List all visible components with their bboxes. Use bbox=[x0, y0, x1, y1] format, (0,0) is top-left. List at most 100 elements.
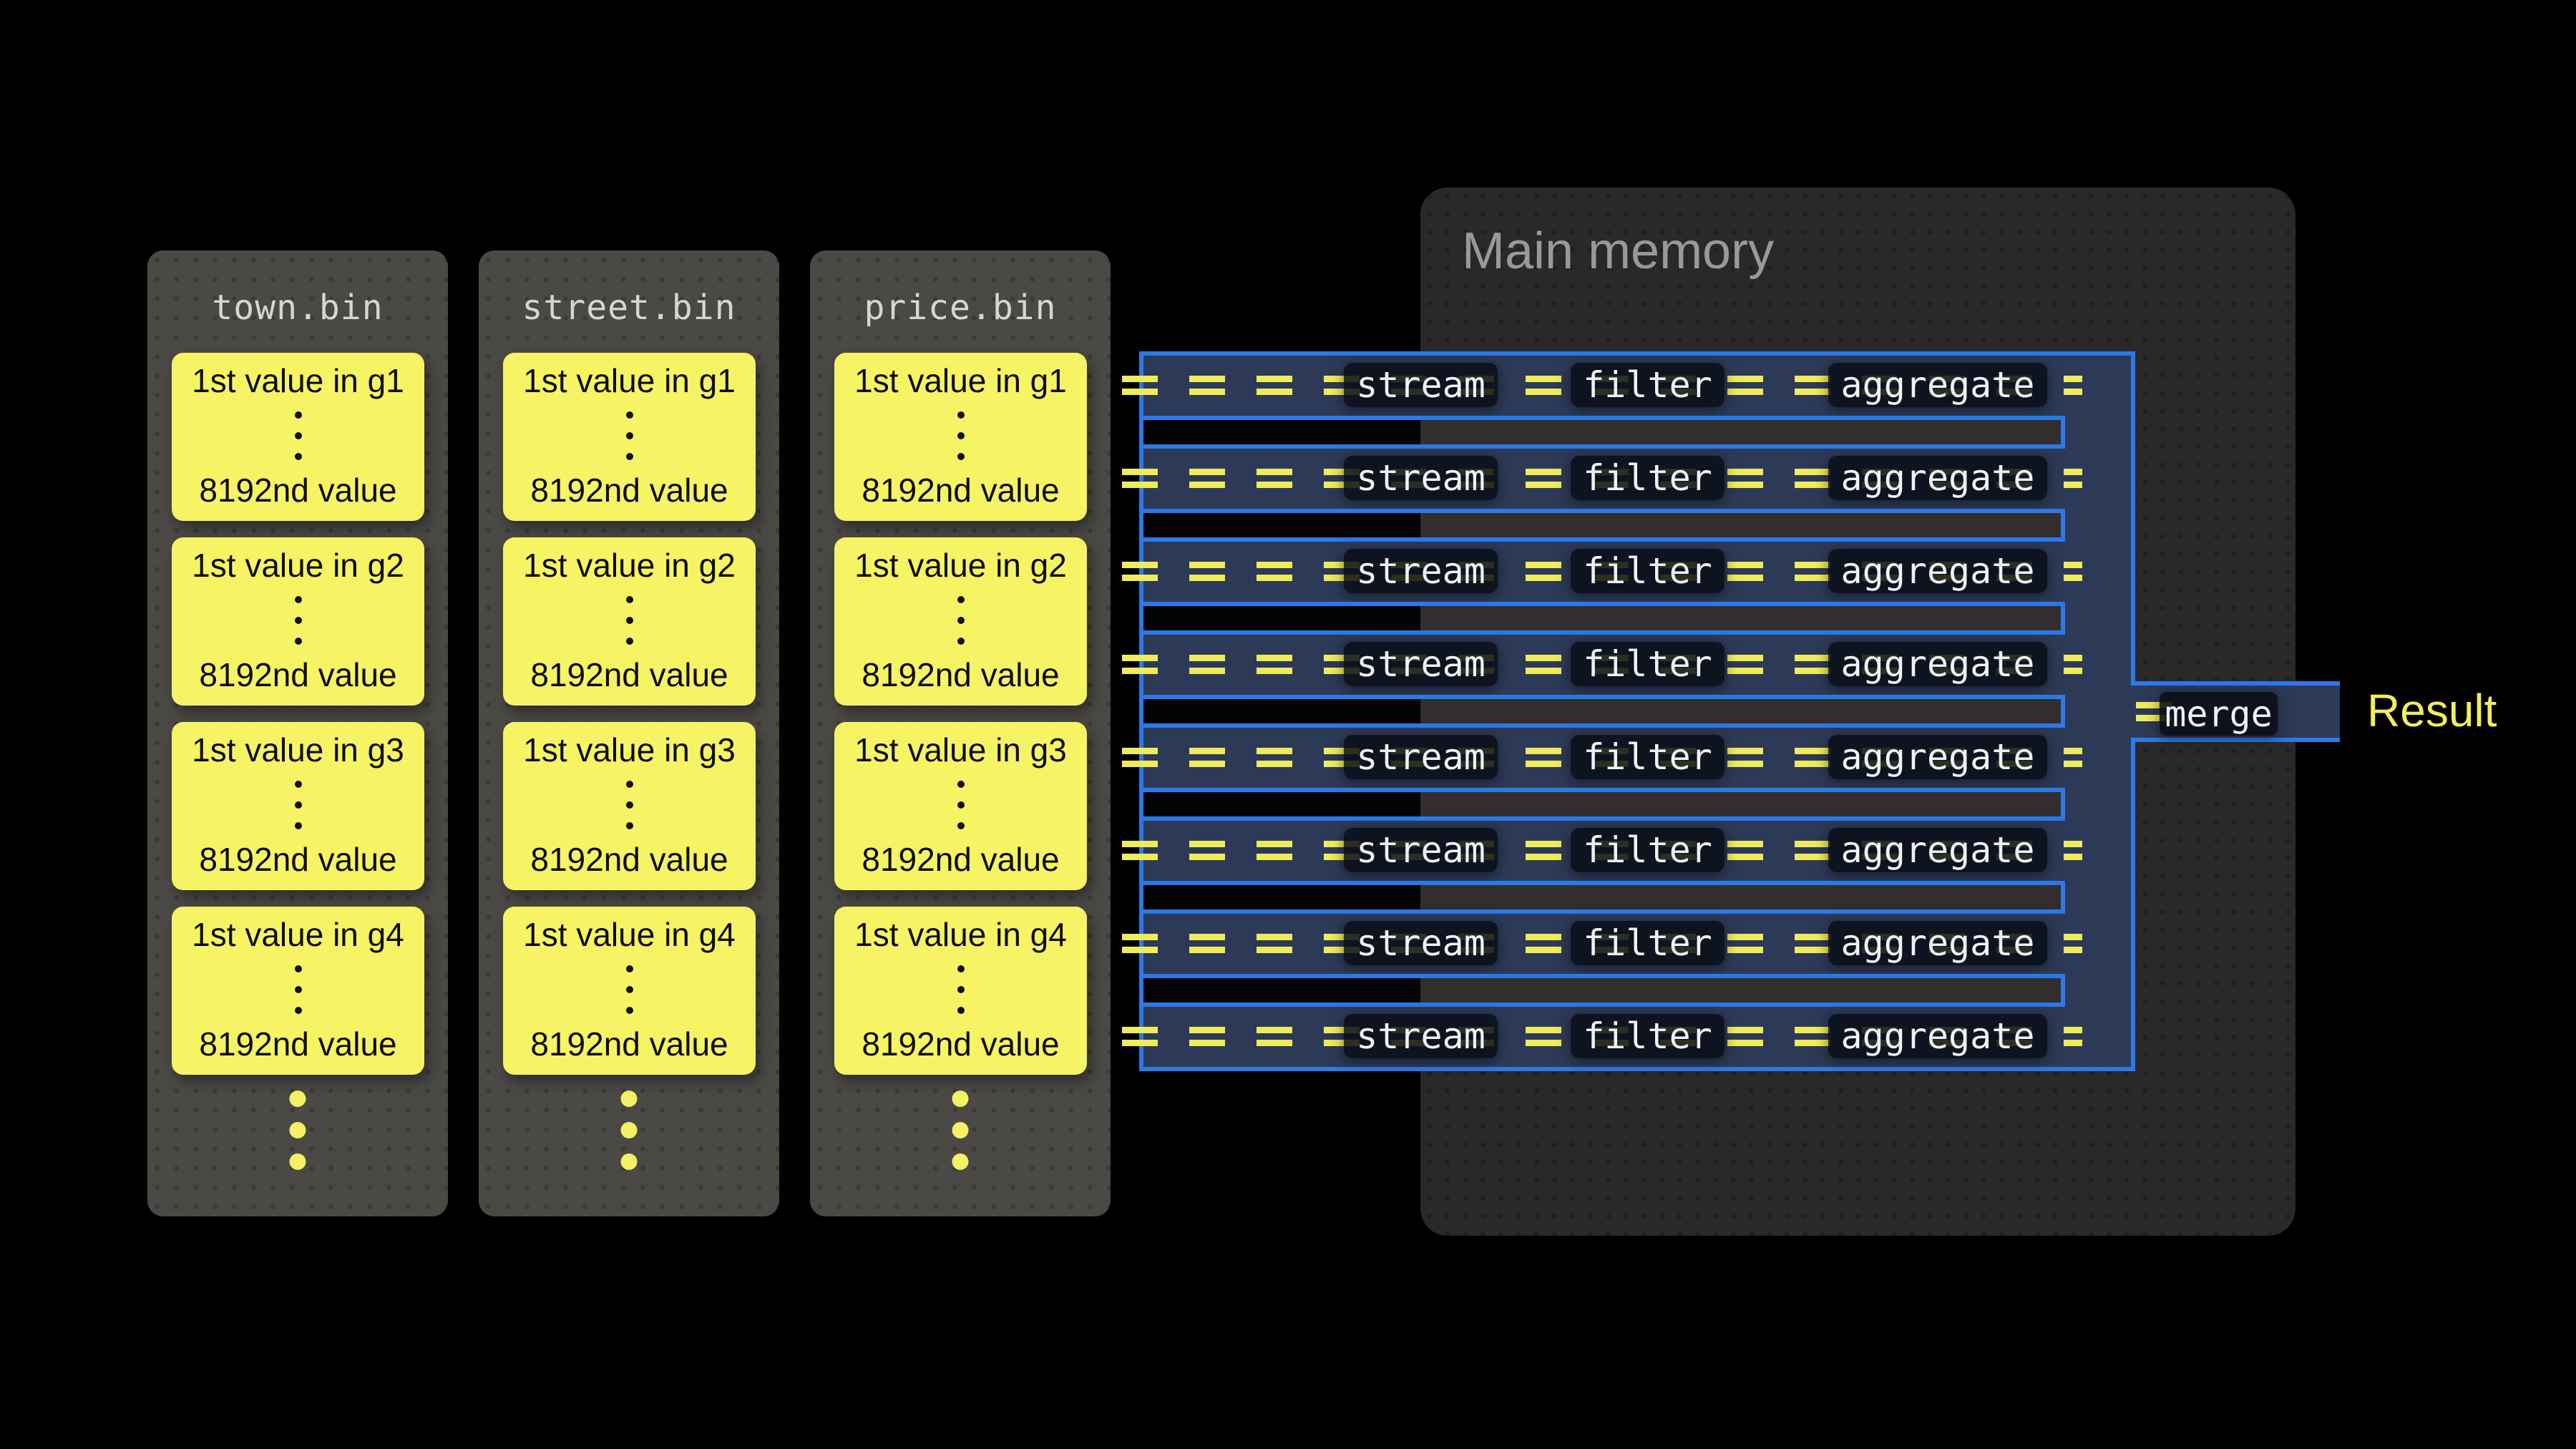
block-last-value-label: 8192nd value bbox=[862, 471, 1059, 509]
aggregate-stage-box: aggregate bbox=[1828, 456, 2047, 500]
block-first-value-label: 1st value in g1 bbox=[523, 361, 736, 400]
value-group-block: 1st value in g4 8192nd value bbox=[172, 907, 424, 1075]
vertical-ellipsis-icon bbox=[957, 781, 965, 829]
file-columns: town.bin 1st value in g1 8192nd value 1s… bbox=[147, 250, 1111, 1216]
pipeline-row: stream filter aggregate bbox=[1143, 1007, 2131, 1067]
filter-stage-box: filter bbox=[1571, 1014, 1724, 1058]
value-group-block: 1st value in g3 8192nd value bbox=[503, 722, 756, 890]
block-first-value-label: 1st value in g2 bbox=[854, 546, 1067, 585]
more-groups-ellipsis-icon bbox=[621, 1091, 638, 1170]
value-group-block: 1st value in g2 8192nd value bbox=[834, 537, 1087, 706]
aggregate-stage-box: aggregate bbox=[1828, 549, 2047, 593]
row-gap-cutout bbox=[1143, 416, 2065, 449]
value-group-block: 1st value in g4 8192nd value bbox=[503, 907, 756, 1075]
block-last-value-label: 8192nd value bbox=[530, 471, 728, 509]
block-last-value-label: 8192nd value bbox=[199, 655, 396, 694]
row-gap-cutout bbox=[1143, 695, 2065, 728]
block-first-value-label: 1st value in g3 bbox=[192, 731, 404, 769]
more-groups-ellipsis-icon bbox=[290, 1091, 306, 1170]
block-last-value-label: 8192nd value bbox=[862, 840, 1059, 879]
more-groups-ellipsis-icon bbox=[952, 1091, 969, 1170]
stream-stage-box: stream bbox=[1344, 1014, 1498, 1058]
file-column: price.bin 1st value in g1 8192nd value 1… bbox=[810, 250, 1111, 1216]
pipeline-row: stream filter aggregate bbox=[1143, 635, 2131, 695]
value-group-block: 1st value in g3 8192nd value bbox=[172, 722, 424, 890]
file-column: street.bin 1st value in g1 8192nd value … bbox=[479, 250, 779, 1216]
stream-stage-box: stream bbox=[1344, 828, 1498, 872]
stream-stage-box: stream bbox=[1344, 642, 1498, 686]
block-last-value-label: 8192nd value bbox=[199, 840, 396, 879]
vertical-ellipsis-icon bbox=[295, 411, 302, 460]
aggregate-stage-box: aggregate bbox=[1828, 1014, 2047, 1058]
vertical-ellipsis-icon bbox=[626, 965, 633, 1014]
block-first-value-label: 1st value in g1 bbox=[192, 361, 404, 400]
result-label: Result bbox=[2367, 684, 2497, 737]
value-group-block: 1st value in g1 8192nd value bbox=[172, 353, 424, 521]
pipeline-row: stream filter aggregate bbox=[1143, 914, 2131, 974]
block-last-value-label: 8192nd value bbox=[199, 1025, 396, 1063]
vertical-ellipsis-icon bbox=[295, 596, 302, 645]
value-group-block: 1st value in g1 8192nd value bbox=[834, 353, 1087, 521]
pipeline-row: stream filter aggregate bbox=[1143, 449, 2131, 509]
merge-stage-box: merge bbox=[2160, 692, 2278, 736]
stream-stage-box: stream bbox=[1344, 456, 1498, 500]
filter-stage-box: filter bbox=[1571, 735, 1724, 779]
vertical-ellipsis-icon bbox=[626, 596, 633, 645]
block-last-value-label: 8192nd value bbox=[862, 655, 1059, 694]
block-first-value-label: 1st value in g2 bbox=[192, 546, 404, 585]
vertical-ellipsis-icon bbox=[957, 411, 965, 460]
merge-lane: merge bbox=[2131, 681, 2340, 742]
stream-stage-box: stream bbox=[1344, 735, 1498, 779]
filter-stage-box: filter bbox=[1571, 549, 1724, 593]
row-gap-cutout bbox=[1143, 881, 2065, 914]
vertical-ellipsis-icon bbox=[626, 781, 633, 829]
aggregate-stage-box: aggregate bbox=[1828, 642, 2047, 686]
vertical-ellipsis-icon bbox=[957, 596, 965, 645]
stream-stage-box: stream bbox=[1344, 549, 1498, 593]
aggregate-stage-box: aggregate bbox=[1828, 735, 2047, 779]
block-last-value-label: 8192nd value bbox=[862, 1025, 1059, 1063]
main-memory-title: Main memory bbox=[1462, 222, 1774, 280]
block-first-value-label: 1st value in g4 bbox=[854, 915, 1067, 954]
block-first-value-label: 1st value in g2 bbox=[523, 546, 736, 585]
block-last-value-label: 8192nd value bbox=[199, 471, 396, 509]
row-gap-cutout bbox=[1143, 788, 2065, 821]
pipeline-row: stream filter aggregate bbox=[1143, 356, 2131, 416]
block-first-value-label: 1st value in g4 bbox=[192, 915, 404, 954]
value-group-block: 1st value in g2 8192nd value bbox=[503, 537, 756, 706]
file-column: town.bin 1st value in g1 8192nd value 1s… bbox=[147, 250, 448, 1216]
filter-stage-box: filter bbox=[1571, 828, 1724, 872]
pipeline-row: stream filter aggregate bbox=[1143, 821, 2131, 881]
value-group-block: 1st value in g3 8192nd value bbox=[834, 722, 1087, 890]
value-group-block: 1st value in g1 8192nd value bbox=[503, 353, 756, 521]
vertical-ellipsis-icon bbox=[957, 965, 965, 1014]
aggregate-stage-box: aggregate bbox=[1828, 828, 2047, 872]
stream-stage-box: stream bbox=[1344, 363, 1498, 407]
block-last-value-label: 8192nd value bbox=[530, 1025, 728, 1063]
block-first-value-label: 1st value in g3 bbox=[854, 731, 1067, 769]
pipeline-row: stream filter aggregate bbox=[1143, 542, 2131, 602]
row-gap-cutout bbox=[1143, 602, 2065, 635]
pipeline-row: stream filter aggregate bbox=[1143, 728, 2131, 788]
file-column-title: town.bin bbox=[147, 250, 448, 328]
vertical-ellipsis-icon bbox=[626, 411, 633, 460]
block-last-value-label: 8192nd value bbox=[530, 655, 728, 694]
filter-stage-box: filter bbox=[1571, 363, 1724, 407]
block-first-value-label: 1st value in g3 bbox=[523, 731, 736, 769]
aggregate-stage-box: aggregate bbox=[1828, 363, 2047, 407]
block-last-value-label: 8192nd value bbox=[530, 840, 728, 879]
row-gap-cutout bbox=[1143, 974, 2065, 1007]
filter-stage-box: filter bbox=[1571, 921, 1724, 965]
block-first-value-label: 1st value in g1 bbox=[854, 361, 1067, 400]
file-column-title: price.bin bbox=[810, 250, 1111, 328]
filter-stage-box: filter bbox=[1571, 642, 1724, 686]
vertical-ellipsis-icon bbox=[295, 965, 302, 1014]
pipeline-container: stream filter aggregate stream filter ag… bbox=[1139, 351, 2135, 1071]
row-gap-cutout bbox=[1143, 509, 2065, 542]
value-group-block: 1st value in g4 8192nd value bbox=[834, 907, 1087, 1075]
block-first-value-label: 1st value in g4 bbox=[523, 915, 736, 954]
aggregate-stage-box: aggregate bbox=[1828, 921, 2047, 965]
file-column-title: street.bin bbox=[479, 250, 779, 328]
stream-stage-box: stream bbox=[1344, 921, 1498, 965]
value-group-block: 1st value in g2 8192nd value bbox=[172, 537, 424, 706]
